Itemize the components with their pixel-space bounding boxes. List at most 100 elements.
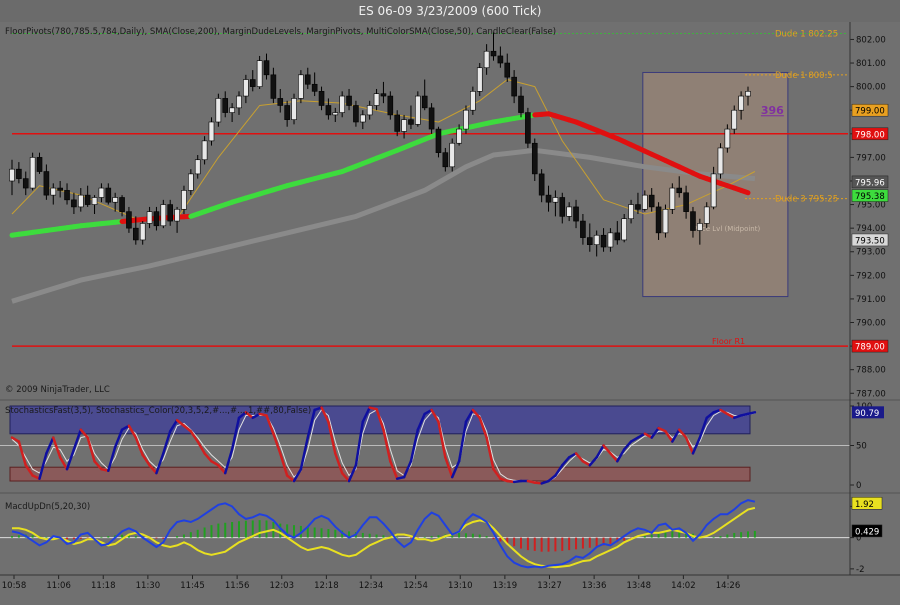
stochastics-indicator-label: StochasticsFast(3,5), Stochastics_Color(… — [5, 406, 311, 416]
time-tick-label: 13:48 — [627, 581, 652, 591]
candle-body — [311, 83, 318, 92]
candle-body — [593, 234, 600, 245]
candle-body — [325, 105, 332, 116]
candle-body — [690, 211, 696, 231]
candle-body — [538, 173, 545, 196]
candle-body — [621, 218, 627, 241]
oversold-zone — [9, 466, 751, 482]
candle-body — [208, 121, 215, 142]
stoch-current-badge-label: 90.79 — [855, 409, 879, 419]
candle-body — [449, 142, 456, 168]
time-tick-label: 11:06 — [46, 581, 71, 591]
candle-body — [683, 192, 689, 212]
candle-body — [387, 95, 394, 116]
candle-body — [167, 204, 174, 222]
candle-body — [401, 119, 407, 132]
candle-body — [188, 173, 194, 191]
price-tick-label: 788.00 — [856, 366, 886, 376]
price-tick-label: 800.00 — [856, 83, 886, 93]
pivot-line-label: Floor R1 — [712, 337, 745, 346]
candle-body — [194, 159, 201, 175]
candle-body — [642, 194, 648, 210]
macd-badge-label: 1.92 — [855, 500, 874, 510]
stoch-k-segment — [196, 440, 206, 455]
time-tick-label: 11:30 — [136, 581, 161, 591]
macd-badge-label: 0.429 — [855, 527, 879, 537]
price-tick-label: 797.00 — [856, 153, 886, 163]
candle-body — [483, 50, 490, 69]
candle-body — [298, 74, 304, 99]
candle-body — [697, 223, 703, 231]
candle-body — [731, 109, 738, 130]
candle-body — [580, 220, 586, 238]
candle-body — [408, 119, 414, 125]
candle-body — [243, 79, 249, 97]
trading-chart[interactable]: 802.00801.00800.00799.00798.00797.00796.… — [0, 0, 900, 605]
stoch-tick-label: 50 — [856, 442, 867, 452]
stoch-k-segment — [86, 436, 96, 463]
candle-body — [256, 60, 263, 87]
candle-body — [635, 204, 641, 210]
candle-body — [270, 74, 277, 99]
candle-body — [29, 157, 36, 189]
price-badge-label: 793.50 — [855, 236, 885, 246]
time-tick-label: 11:18 — [91, 581, 116, 591]
time-tick-label: 13:27 — [537, 581, 562, 591]
candle-body — [112, 197, 118, 203]
candle-body — [133, 227, 139, 241]
candle-body — [745, 91, 751, 97]
time-tick-label: 13:36 — [582, 581, 607, 591]
candle-body — [91, 197, 98, 205]
sma50-segment — [738, 187, 751, 196]
candle-body — [57, 187, 63, 191]
candle-body — [717, 147, 724, 175]
candle-body — [511, 76, 517, 97]
candle-body — [22, 178, 29, 189]
candle-body — [428, 107, 435, 130]
candle-body — [415, 95, 421, 125]
candle-body — [703, 206, 710, 224]
candle-body — [98, 187, 105, 198]
candle-body — [738, 95, 744, 111]
candle-body — [463, 109, 469, 130]
price-tick-label: 793.00 — [856, 248, 886, 258]
time-tick-label: 10:58 — [2, 581, 27, 591]
price-badge-label: 795.38 — [855, 192, 885, 202]
candle-body — [64, 190, 70, 201]
time-tick-label: 12:54 — [403, 581, 428, 591]
candle-body — [291, 98, 297, 120]
candle-body — [229, 107, 235, 113]
candle-body — [84, 194, 91, 205]
candle-body — [77, 194, 84, 208]
macd-panel: 20-21.920.429 — [0, 497, 883, 575]
time-tick-label: 14:26 — [716, 581, 741, 591]
time-tick-label: 12:34 — [359, 581, 384, 591]
candle-body — [490, 50, 497, 57]
dude-level-label: Dude 1 800.5 — [775, 71, 833, 81]
candle-body — [586, 237, 593, 245]
price-badge-label: 798.00 — [855, 130, 885, 140]
candle-body — [126, 211, 132, 229]
price-panel: 802.00801.00800.00799.00798.00797.00796.… — [9, 30, 889, 399]
candle-body — [566, 206, 572, 217]
price-indicator-label: FloorPivots(780,785.5,784,Daily), SMA(Cl… — [5, 27, 556, 37]
candle-body — [470, 91, 476, 111]
candle-body — [71, 199, 77, 208]
candle-body — [146, 211, 153, 224]
stoch-k-segment — [616, 448, 626, 463]
stoch-tick-label: 0 — [856, 481, 861, 491]
candle-body — [332, 112, 339, 116]
copyright-label: © 2009 NinjaTrader, LLC — [5, 385, 110, 395]
candle-body — [394, 114, 400, 132]
candle-body — [105, 187, 112, 203]
candle-body — [628, 204, 634, 220]
candle-body — [435, 128, 442, 153]
candle-body — [160, 204, 167, 227]
candle-body — [36, 157, 43, 172]
dude-level-label: Dude 1 802.25 — [775, 30, 838, 40]
candle-body — [607, 232, 614, 248]
candle-body — [181, 190, 187, 210]
candle-body — [353, 105, 359, 123]
stoch-k-segment — [65, 448, 76, 471]
price-level-box-sublabel: Price Lvl (Midpoint) — [693, 225, 761, 233]
